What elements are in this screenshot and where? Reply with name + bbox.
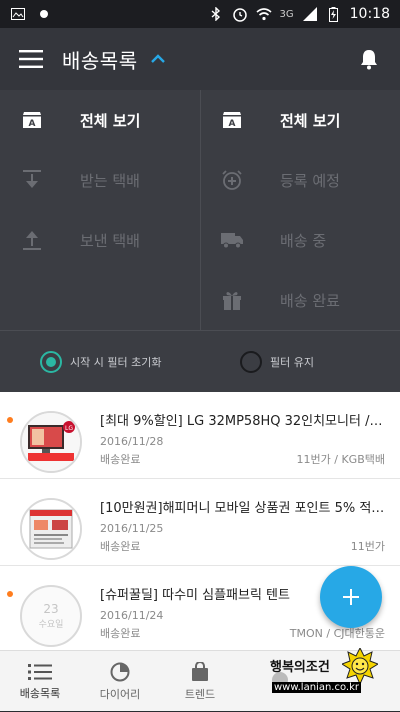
delivery-status: 배송완료 — [100, 627, 141, 640]
nav-label: 다이어리 — [99, 687, 141, 701]
unread-dot — [7, 417, 13, 423]
filter-label: 배송 완료 — [280, 291, 340, 310]
receive-filter-column: A 전체 보기 받는 택배 보낸 택배 — [0, 90, 200, 270]
delivery-status: 배송완료 — [100, 453, 141, 466]
image-notification-icon — [10, 6, 26, 22]
hamburger-icon — [19, 50, 43, 68]
list-item[interactable]: LG [최대 9%할인] LG 32MP58HQ 32인치모니터 / IP...… — [0, 392, 400, 479]
svg-text:LG: LG — [65, 425, 73, 432]
bell-icon — [361, 50, 377, 70]
nav-diary[interactable]: 다이어리 — [80, 651, 160, 712]
thumb-day: 23 — [43, 601, 59, 616]
filter-label: 전체 보기 — [280, 111, 341, 130]
delivery-info: [10만원권]해피머니 모바일 상품권 포인트 5% 적립! 2016/11/2… — [100, 497, 385, 554]
nav-trend[interactable]: 트렌드 — [160, 651, 240, 712]
filter-left-all[interactable]: A 전체 보기 — [0, 90, 200, 150]
filter-panel: A 전체 보기 받는 택배 보낸 택배 A 전체 보기 등록 예정 배송 중 배… — [0, 90, 400, 392]
alarm-add-icon — [220, 168, 244, 192]
delivery-meta: 배송완료 11번가 — [100, 538, 385, 554]
truck-icon — [220, 228, 244, 252]
delivery-date: 2016/11/28 — [100, 435, 164, 448]
list-icon — [28, 663, 52, 680]
delivery-status: 배송완료 — [100, 540, 141, 553]
plus-icon — [343, 589, 359, 605]
watermark: 행복의조건 www.lanian.co.kr — [270, 646, 400, 711]
filter-right-all[interactable]: A 전체 보기 — [200, 90, 400, 150]
product-thumbnail: LG — [20, 411, 82, 473]
filter-label: 등록 예정 — [280, 171, 340, 190]
notification-button[interactable] — [338, 28, 400, 90]
date-thumbnail: 23 수요일 — [20, 585, 82, 647]
unread-dot — [7, 591, 13, 597]
radio-label: 시작 시 필터 초기화 — [70, 355, 162, 369]
pie-icon — [110, 662, 130, 681]
filter-right-scheduled[interactable]: 등록 예정 — [200, 150, 400, 210]
delivery-meta: 배송완료 11번가 / KGB택배 — [100, 451, 385, 467]
carrier: TMON / CJ대한통운 — [289, 627, 385, 640]
network-type: 3G — [279, 8, 294, 20]
bluetooth-icon — [208, 6, 224, 22]
hamburger-menu-button[interactable] — [0, 28, 62, 90]
gift-icon — [220, 288, 244, 312]
product-thumbnail — [20, 498, 82, 560]
list-item[interactable]: [10만원권]해피머니 모바일 상품권 포인트 5% 적립! 2016/11/2… — [0, 479, 400, 566]
alarm-icon — [232, 6, 248, 22]
product-name: [최대 9%할인] LG 32MP58HQ 32인치모니터 / IP... — [100, 414, 385, 429]
filter-right-delivered[interactable]: 배송 완료 — [200, 270, 400, 330]
svg-text:A: A — [29, 119, 36, 129]
add-delivery-button[interactable] — [320, 566, 382, 628]
signal-icon — [302, 6, 318, 22]
carrier: 11번가 — [350, 540, 385, 553]
delivery-info: [최대 9%할인] LG 32MP58HQ 32인치모니터 / IP... 20… — [100, 410, 385, 467]
all-icon: A — [220, 108, 244, 132]
radio-checked-icon[interactable] — [40, 350, 62, 373]
keep-filter-option[interactable]: 필터 유지 — [200, 350, 400, 373]
nav-label: 트렌드 — [184, 687, 216, 701]
carrier: 11번가 / KGB택배 — [296, 453, 385, 466]
clock: 10:18 — [349, 6, 390, 22]
chevron-up-icon[interactable] — [148, 49, 168, 69]
filter-options: 시작 시 필터 초기화 필터 유지 — [0, 331, 400, 392]
radio-unchecked-icon[interactable] — [240, 350, 262, 373]
upload-icon — [20, 228, 44, 252]
filter-label: 받는 택배 — [80, 171, 140, 190]
all-icon: A — [20, 108, 44, 132]
status-filter-column: A 전체 보기 등록 예정 배송 중 배송 완료 — [200, 90, 400, 330]
radio-label: 필터 유지 — [270, 355, 314, 369]
product-name: [10만원권]해피머니 모바일 상품권 포인트 5% 적립! — [100, 501, 385, 516]
filter-label: 보낸 택배 — [80, 231, 140, 250]
bag-icon — [192, 661, 208, 681]
app-bar: 배송목록 — [0, 28, 400, 90]
dot-notification-icon — [36, 6, 52, 22]
delivery-meta: 배송완료 TMON / CJ대한통운 — [100, 625, 385, 641]
svg-text:A: A — [229, 119, 236, 129]
thumb-weekday: 수요일 — [38, 619, 64, 630]
filter-left-received[interactable]: 받는 택배 — [0, 150, 200, 210]
filter-left-sent[interactable]: 보낸 택배 — [0, 210, 200, 270]
status-bar: 3G 10:18 — [0, 0, 400, 28]
filter-right-shipping[interactable]: 배송 중 — [200, 210, 400, 270]
page-title[interactable]: 배송목록 — [62, 45, 138, 74]
nav-label: 배송목록 — [19, 686, 61, 700]
delivery-date: 2016/11/25 — [100, 522, 164, 535]
download-icon — [20, 168, 44, 192]
nav-delivery-list[interactable]: 배송목록 — [0, 651, 80, 712]
filter-label: 배송 중 — [280, 231, 327, 250]
monitor-product-image: LG — [22, 413, 80, 471]
wifi-icon — [255, 6, 272, 22]
battery-icon — [326, 6, 342, 22]
watermark-url: www.lanian.co.kr — [272, 682, 361, 693]
reset-filter-option[interactable]: 시작 시 필터 초기화 — [0, 350, 200, 373]
giftcard-product-image — [22, 500, 80, 558]
filter-label: 전체 보기 — [80, 111, 141, 130]
watermark-handwriting: 행복의조건 — [270, 660, 330, 675]
